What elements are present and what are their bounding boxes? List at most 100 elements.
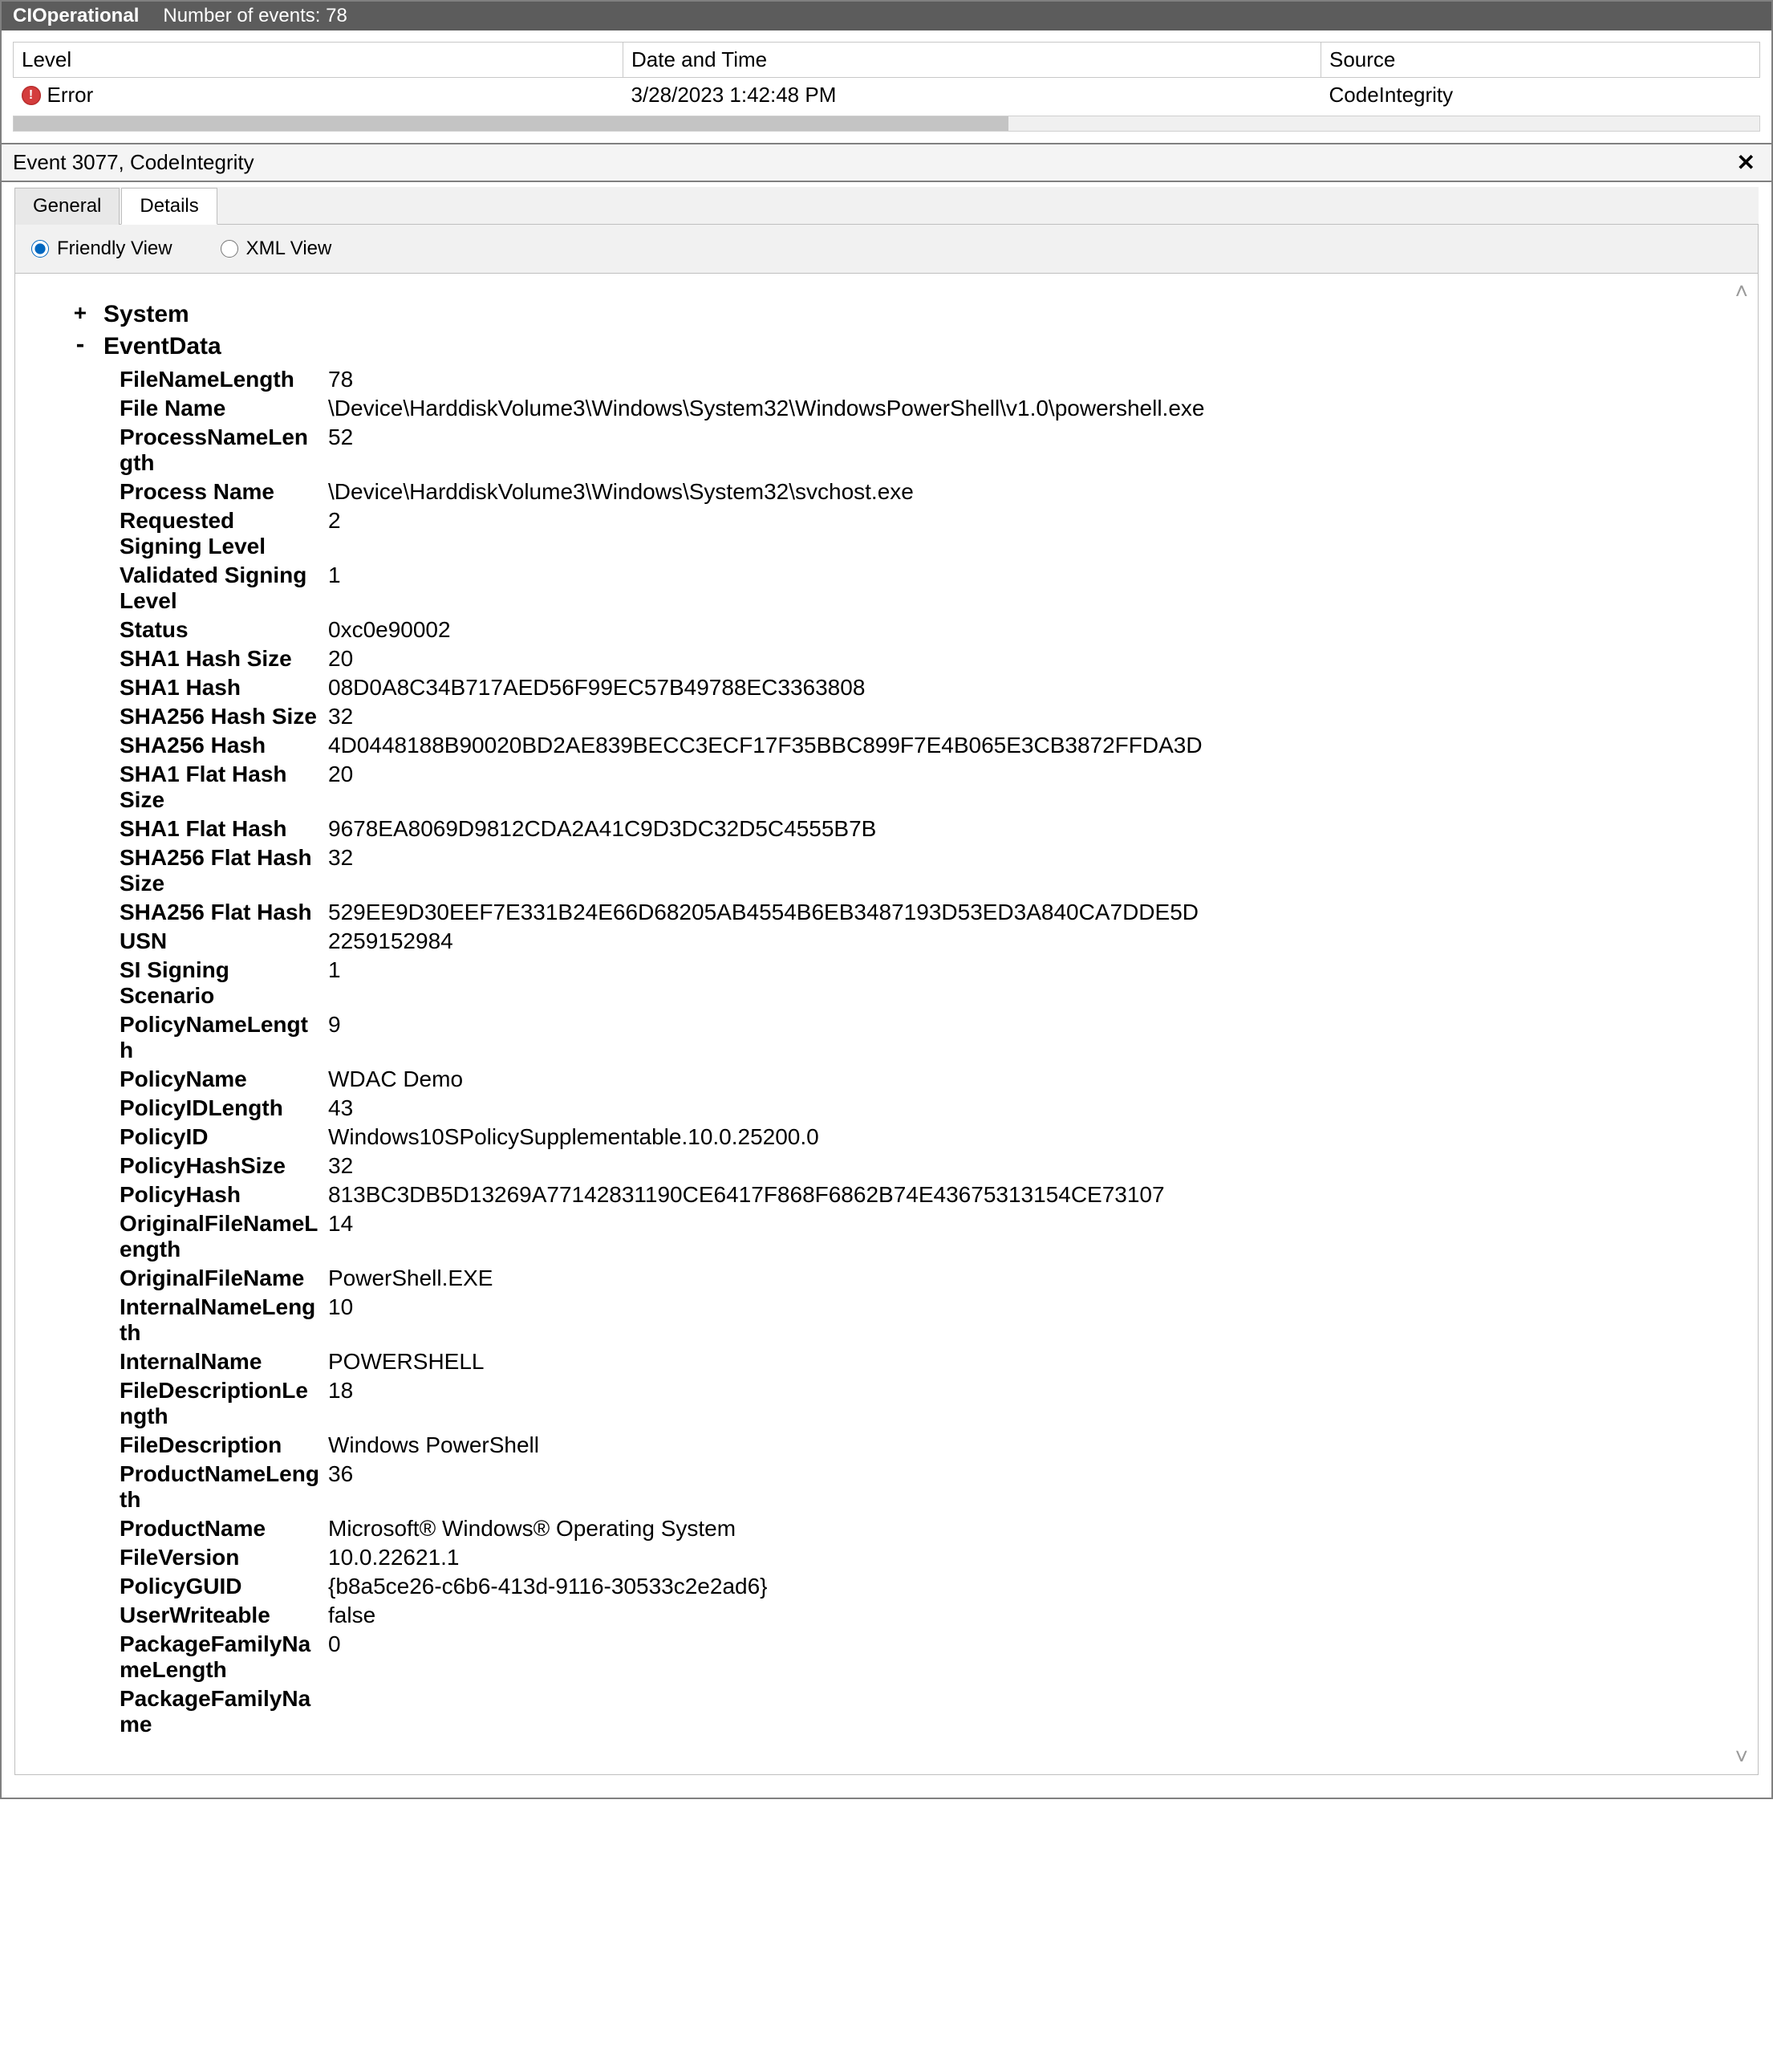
event-data-key: SHA1 Flat Hash bbox=[120, 816, 320, 842]
event-data-key: Status bbox=[120, 617, 320, 643]
event-data-row: UserWriteable false bbox=[120, 1601, 1702, 1630]
event-data-row: PackageFamilyName bbox=[120, 1684, 1702, 1739]
tree-node-system[interactable]: + System bbox=[71, 301, 1702, 328]
event-table-header-row: Level Date and Time Source bbox=[14, 43, 1760, 78]
column-header-level[interactable]: Level bbox=[14, 43, 623, 78]
event-data-row: SHA1 Hash Size20 bbox=[120, 644, 1702, 673]
event-viewer-window: CIOperational Number of events: 78 Level… bbox=[0, 0, 1773, 1799]
event-data-key: UserWriteable bbox=[120, 1603, 320, 1628]
scrollbar-thumb[interactable] bbox=[14, 116, 1008, 131]
event-data-key: SHA1 Hash bbox=[120, 675, 320, 701]
event-data-key: InternalName bbox=[120, 1349, 320, 1375]
event-data-value: 52 bbox=[328, 425, 1702, 450]
event-list-panel: Level Date and Time Source ! Error 3/28/… bbox=[2, 30, 1771, 144]
event-data-key: PackageFamilyNameLength bbox=[120, 1631, 320, 1683]
event-data-key: SHA256 Flat Hash Size bbox=[120, 845, 320, 896]
details-content: ˄ ˅ + System - EventData FileNameLength7… bbox=[14, 274, 1759, 1775]
event-data-value: Windows PowerShell bbox=[328, 1432, 1702, 1458]
event-data-key: PolicyHash bbox=[120, 1182, 320, 1208]
expand-icon[interactable]: + bbox=[71, 301, 89, 325]
table-row[interactable]: ! Error 3/28/2023 1:42:48 PM CodeIntegri… bbox=[14, 78, 1760, 113]
tab-general[interactable]: General bbox=[14, 188, 120, 225]
event-data-value: 9678EA8069D9812CDA2A41C9D3DC32D5C4555B7B bbox=[328, 816, 1702, 842]
event-data-value: 20 bbox=[328, 762, 1702, 787]
event-data-row: ProductNameMicrosoft® Windows® Operating… bbox=[120, 1514, 1702, 1543]
event-data-row: SHA1 Flat Hash Size 20 bbox=[120, 760, 1702, 815]
event-data-key: PolicyGUID bbox=[120, 1574, 320, 1599]
scroll-down-icon[interactable]: ˅ bbox=[1735, 1744, 1748, 1769]
event-data-value: 2259152984 bbox=[328, 928, 1702, 954]
event-data-row: PolicyGUID{b8a5ce26-c6b6-413d-9116-30533… bbox=[120, 1572, 1702, 1601]
event-data-value: 1 bbox=[328, 957, 1702, 983]
radio-xml-input[interactable] bbox=[221, 240, 238, 258]
event-data-value: 10.0.22621.1 bbox=[328, 1545, 1702, 1570]
event-data-grid: FileNameLength78File Name \Device\Harddis… bbox=[120, 365, 1702, 1739]
event-data-key: SHA1 Flat Hash Size bbox=[120, 762, 320, 813]
event-data-row: SHA256 Flat Hash Size 32 bbox=[120, 843, 1702, 898]
event-data-row: FileNameLength78 bbox=[120, 365, 1702, 394]
event-data-row: SI Signing Scenario1 bbox=[120, 956, 1702, 1010]
event-table: Level Date and Time Source ! Error 3/28/… bbox=[13, 42, 1760, 112]
event-data-value: 10 bbox=[328, 1294, 1702, 1320]
tabs: General Details bbox=[14, 187, 1759, 225]
event-data-row: Status0xc0e90002 bbox=[120, 616, 1702, 644]
event-data-row: SHA256 Hash Size32 bbox=[120, 702, 1702, 731]
titlebar: CIOperational Number of events: 78 bbox=[2, 2, 1771, 30]
event-data-row: PolicyName WDAC Demo bbox=[120, 1065, 1702, 1094]
event-data-key: Requested Signing Level bbox=[120, 508, 320, 559]
view-mode-bar: Friendly View XML View bbox=[14, 225, 1759, 274]
event-data-key: FileNameLength bbox=[120, 367, 320, 392]
event-data-value: 32 bbox=[328, 845, 1702, 871]
event-data-value: \Device\HarddiskVolume3\Windows\System32… bbox=[328, 396, 1702, 421]
column-header-source[interactable]: Source bbox=[1321, 43, 1760, 78]
event-data-key: PolicyHashSize bbox=[120, 1153, 320, 1179]
event-data-key: OriginalFileNameLength bbox=[120, 1211, 320, 1262]
event-data-value: 14 bbox=[328, 1211, 1702, 1237]
event-data-key: FileVersion bbox=[120, 1545, 320, 1570]
event-data-row: OriginalFileNamePowerShell.EXE bbox=[120, 1264, 1702, 1293]
event-data-value: 2 bbox=[328, 508, 1702, 534]
tree-node-eventdata[interactable]: - EventData bbox=[71, 333, 1702, 360]
close-icon[interactable]: ✕ bbox=[1732, 149, 1760, 176]
source-cell: CodeIntegrity bbox=[1321, 78, 1760, 113]
titlebar-title: CIOperational bbox=[13, 5, 139, 27]
event-data-value: false bbox=[328, 1603, 1702, 1628]
event-data-row: OriginalFileNameLength 14 bbox=[120, 1209, 1702, 1264]
event-data-row: SHA1 Flat Hash 9678EA8069D9812CDA2A41C9D3… bbox=[120, 815, 1702, 843]
level-cell: ! Error bbox=[22, 83, 615, 108]
level-text: Error bbox=[47, 83, 94, 108]
event-data-key: ProductName bbox=[120, 1516, 320, 1542]
event-data-row: FileVersion 10.0.22621.1 bbox=[120, 1543, 1702, 1572]
scroll-up-icon[interactable]: ˄ bbox=[1735, 278, 1748, 304]
event-data-key: FileDescription bbox=[120, 1432, 320, 1458]
date-cell: 3/28/2023 1:42:48 PM bbox=[623, 78, 1321, 113]
radio-friendly-view[interactable]: Friendly View bbox=[31, 238, 172, 260]
event-data-key: ProductNameLength bbox=[120, 1461, 320, 1513]
event-data-value: 4D0448188B90020BD2AE839BECC3ECF17F35BBC8… bbox=[328, 733, 1702, 758]
tab-details[interactable]: Details bbox=[121, 188, 217, 225]
event-data-key: SHA256 Hash bbox=[120, 733, 320, 758]
event-data-value: POWERSHELL bbox=[328, 1349, 1702, 1375]
event-data-row: SHA256 Hash 4D0448188B90020BD2AE839BECC3E… bbox=[120, 731, 1702, 760]
event-data-key: File Name bbox=[120, 396, 320, 421]
event-data-row: SHA256 Flat Hash529EE9D30EEF7E331B24E66D… bbox=[120, 898, 1702, 927]
event-data-row: PolicyIDLength43 bbox=[120, 1094, 1702, 1123]
event-data-key: PolicyNameLength bbox=[120, 1012, 320, 1063]
event-data-value: 20 bbox=[328, 646, 1702, 672]
event-data-key: PolicyName bbox=[120, 1066, 320, 1092]
horizontal-scrollbar[interactable] bbox=[13, 116, 1760, 132]
event-data-key: Process Name bbox=[120, 479, 320, 505]
radio-friendly-input[interactable] bbox=[31, 240, 49, 258]
event-data-row: PolicyNameLength 9 bbox=[120, 1010, 1702, 1065]
event-data-value: 9 bbox=[328, 1012, 1702, 1038]
event-data-key: InternalNameLength bbox=[120, 1294, 320, 1346]
event-data-row: FileDescription Windows PowerShell bbox=[120, 1431, 1702, 1460]
collapse-icon[interactable]: - bbox=[71, 333, 89, 357]
event-data-key: PolicyID bbox=[120, 1124, 320, 1150]
event-data-row: SHA1 Hash08D0A8C34B717AED56F99EC57B49788… bbox=[120, 673, 1702, 702]
event-data-value: WDAC Demo bbox=[328, 1066, 1702, 1092]
radio-xml-view[interactable]: XML View bbox=[221, 238, 332, 260]
column-header-date[interactable]: Date and Time bbox=[623, 43, 1321, 78]
event-data-row: ProcessNameLength52 bbox=[120, 423, 1702, 477]
event-data-key: SHA256 Hash Size bbox=[120, 704, 320, 729]
